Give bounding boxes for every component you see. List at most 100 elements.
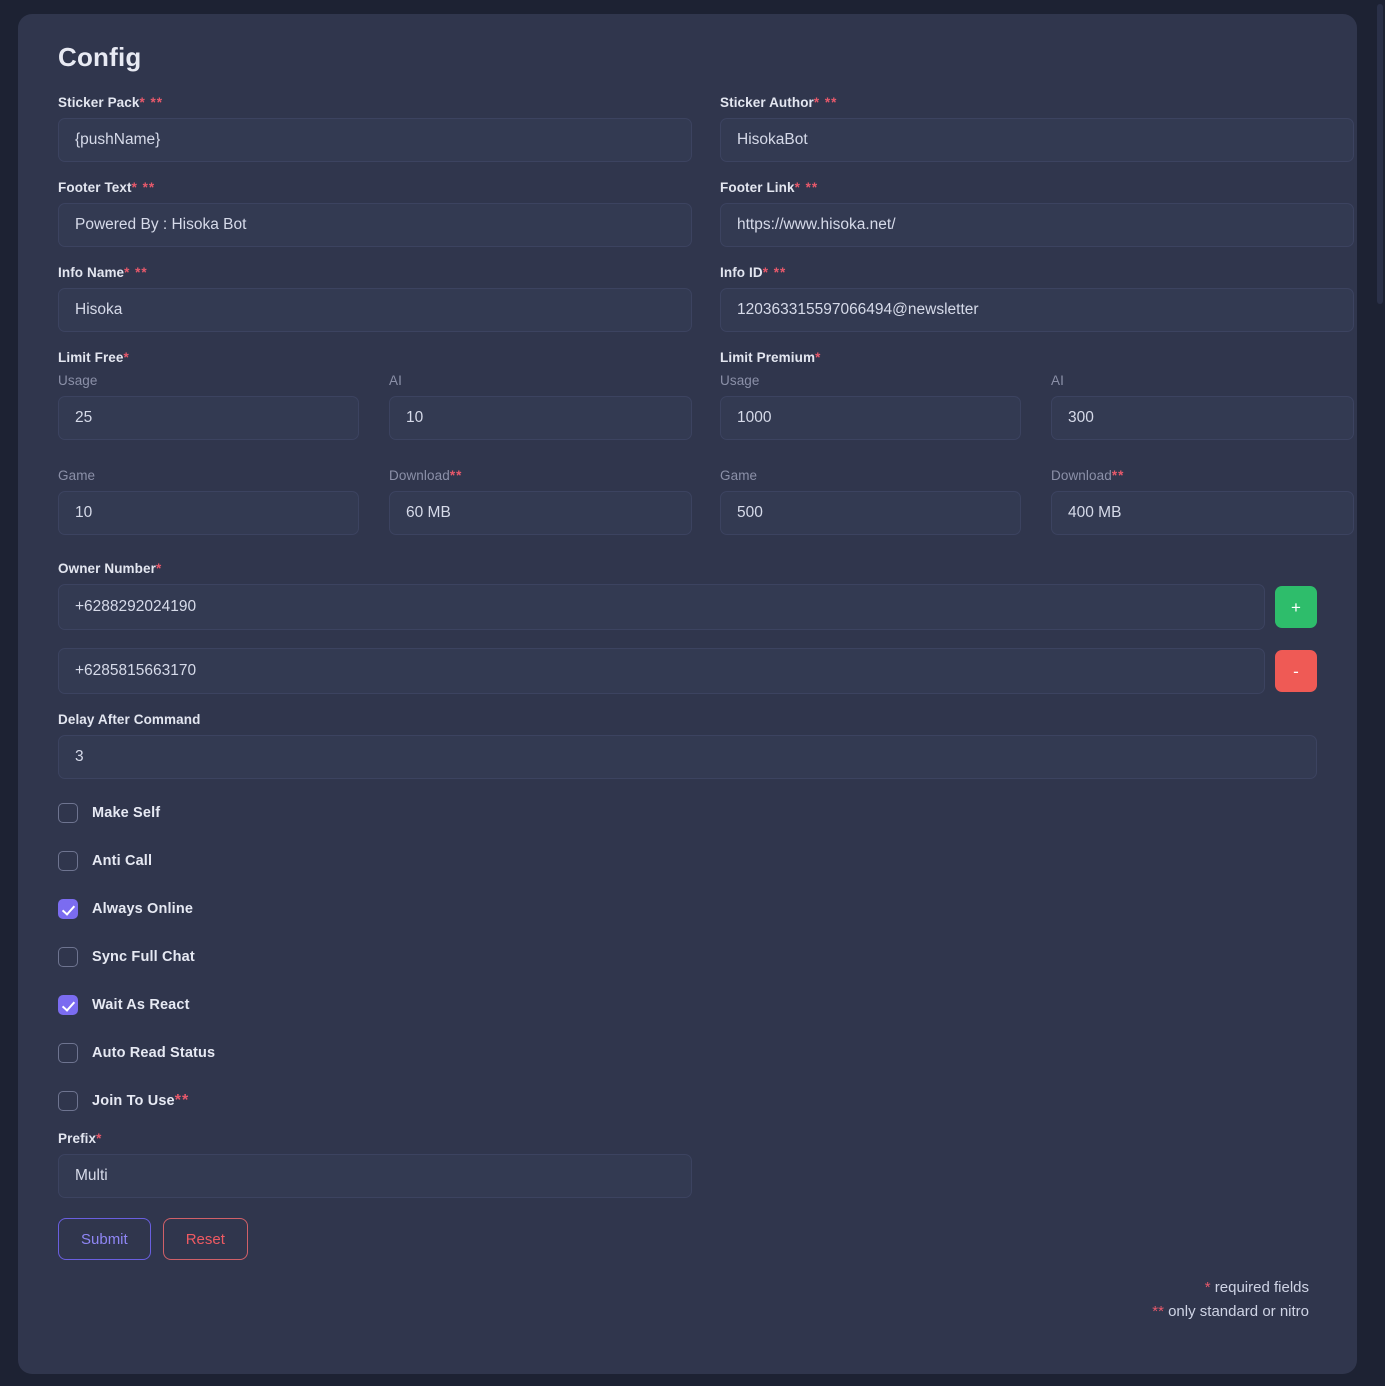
- checkbox-row-join-to-use[interactable]: Join To Use **: [58, 1077, 1317, 1125]
- checkbox-label-anti-call: Anti Call: [92, 853, 153, 869]
- input-limit-premium-game[interactable]: [720, 491, 1021, 535]
- label-limit-premium-download-text: Download: [1051, 468, 1112, 483]
- owner-number-row: -: [58, 648, 1317, 694]
- input-prefix[interactable]: [58, 1154, 692, 1198]
- field-info-id: Info ID* **: [720, 265, 1354, 332]
- required-mark: *: [96, 1131, 103, 1146]
- form-grid-row-2: Footer Text* ** Footer Link* **: [40, 180, 1354, 265]
- label-delay-after-command: Delay After Command: [58, 712, 201, 727]
- config-card: Config Sticker Pack* ** Sticker Author* …: [18, 14, 1357, 1374]
- checkbox-always-online[interactable]: [58, 899, 78, 919]
- remove-owner-button[interactable]: -: [1275, 650, 1317, 692]
- input-limit-free-download[interactable]: [389, 491, 692, 535]
- label-limit-premium-text: Limit Premium: [720, 350, 816, 365]
- label-footer-text-text: Footer Text: [58, 180, 132, 195]
- label-footer-link: Footer Link* **: [720, 180, 1354, 195]
- label-sticker-pack-text: Sticker Pack: [58, 95, 140, 110]
- limit-free-row-2: Game Download**: [58, 468, 692, 535]
- required-mark: *: [155, 561, 163, 576]
- form-footnotes: * required fields ** only standard or ni…: [40, 1260, 1335, 1324]
- label-sticker-author: Sticker Author* **: [720, 95, 1354, 110]
- scrollbar-thumb[interactable]: [1377, 4, 1383, 304]
- group-owner-number: Owner Number* + -: [40, 561, 1335, 694]
- field-limit-free-download: Download**: [389, 468, 692, 535]
- checkbox-label-sync-full-chat: Sync Full Chat: [92, 949, 195, 965]
- field-prefix: Prefix*: [40, 1131, 1335, 1198]
- checkbox-group: Make Self Anti Call Always Online Sync F…: [40, 779, 1335, 1125]
- checkbox-row-sync-full-chat[interactable]: Sync Full Chat: [58, 933, 1317, 981]
- required-mark: *: [123, 350, 130, 365]
- form-grid-row-1: Sticker Pack* ** Sticker Author* **: [40, 95, 1354, 180]
- label-limit-premium: Limit Premium*: [720, 350, 1354, 365]
- checkbox-make-self[interactable]: [58, 803, 78, 823]
- input-limit-free-ai[interactable]: [389, 396, 692, 440]
- checkbox-label-make-self: Make Self: [92, 805, 161, 821]
- field-info-name: Info Name* **: [58, 265, 692, 332]
- add-owner-button[interactable]: +: [1275, 586, 1317, 628]
- label-info-name: Info Name* **: [58, 265, 692, 280]
- input-limit-premium-usage[interactable]: [720, 396, 1021, 440]
- label-limit-free-game: Game: [58, 468, 96, 483]
- checkbox-row-always-online[interactable]: Always Online: [58, 885, 1317, 933]
- group-limit-free: Limit Free* Usage AI Game: [58, 350, 692, 535]
- checkbox-row-auto-read-status[interactable]: Auto Read Status: [58, 1029, 1317, 1077]
- input-limit-free-usage[interactable]: [58, 396, 359, 440]
- input-delay-after-command[interactable]: [58, 735, 1317, 779]
- label-info-name-text: Info Name: [58, 265, 125, 280]
- label-prefix: Prefix*: [58, 1131, 1317, 1146]
- checkbox-row-anti-call[interactable]: Anti Call: [58, 837, 1317, 885]
- checkbox-sync-full-chat[interactable]: [58, 947, 78, 967]
- label-sticker-author-text: Sticker Author: [720, 95, 814, 110]
- required-mark: **: [449, 468, 463, 483]
- checkbox-auto-read-status[interactable]: [58, 1043, 78, 1063]
- input-owner-number-2[interactable]: [58, 648, 1265, 694]
- label-limit-premium-usage: Usage: [720, 373, 760, 388]
- field-footer-link: Footer Link* **: [720, 180, 1354, 247]
- field-limit-premium-ai: AI: [1051, 373, 1354, 440]
- label-limit-premium-ai: AI: [1051, 373, 1064, 388]
- checkbox-anti-call[interactable]: [58, 851, 78, 871]
- required-mark: * **: [762, 265, 787, 280]
- field-limit-premium-game: Game: [720, 468, 1021, 535]
- scrollbar-track[interactable]: [1375, 0, 1385, 1386]
- input-owner-number-1[interactable]: [58, 584, 1265, 630]
- field-limit-free-game: Game: [58, 468, 359, 535]
- checkbox-row-make-self[interactable]: Make Self: [58, 789, 1317, 837]
- limit-premium-row-1: Usage AI: [720, 373, 1354, 440]
- label-limit-free-text: Limit Free: [58, 350, 124, 365]
- field-limit-free-usage: Usage: [58, 373, 359, 440]
- field-limit-premium-usage: Usage: [720, 373, 1021, 440]
- field-limit-premium-download: Download**: [1051, 468, 1354, 535]
- input-info-name[interactable]: [58, 288, 692, 332]
- input-limit-premium-ai[interactable]: [1051, 396, 1354, 440]
- note-required-fields-text: required fields: [1210, 1279, 1309, 1296]
- label-info-id-text: Info ID: [720, 265, 763, 280]
- required-mark: **: [1111, 468, 1125, 483]
- label-info-id: Info ID* **: [720, 265, 1354, 280]
- label-footer-text: Footer Text* **: [58, 180, 692, 195]
- input-limit-premium-download[interactable]: [1051, 491, 1354, 535]
- label-limit-free: Limit Free*: [58, 350, 692, 365]
- checkbox-join-to-use[interactable]: [58, 1091, 78, 1111]
- submit-button[interactable]: Submit: [58, 1218, 151, 1260]
- checkbox-wait-as-react[interactable]: [58, 995, 78, 1015]
- form-grid-limits: Limit Free* Usage AI Game: [40, 350, 1354, 535]
- field-footer-text: Footer Text* **: [58, 180, 692, 247]
- checkbox-label-always-online: Always Online: [92, 901, 194, 917]
- input-sticker-pack[interactable]: [58, 118, 692, 162]
- label-limit-free-ai: AI: [389, 373, 402, 388]
- input-sticker-author[interactable]: [720, 118, 1354, 162]
- checkbox-row-wait-as-react[interactable]: Wait As React: [58, 981, 1317, 1029]
- input-footer-text[interactable]: [58, 203, 692, 247]
- input-info-id[interactable]: [720, 288, 1354, 332]
- label-limit-free-download: Download**: [389, 468, 692, 483]
- reset-button[interactable]: Reset: [162, 1218, 248, 1260]
- label-limit-premium-game: Game: [720, 468, 758, 483]
- input-footer-link[interactable]: [720, 203, 1354, 247]
- note-standard-or-nitro: ** only standard or nitro: [58, 1300, 1309, 1324]
- required-mark: * **: [131, 180, 156, 195]
- field-delay-after-command: Delay After Command: [40, 712, 1335, 779]
- label-owner-number-text: Owner Number: [58, 561, 156, 576]
- owner-number-row: +: [58, 584, 1317, 630]
- input-limit-free-game[interactable]: [58, 491, 359, 535]
